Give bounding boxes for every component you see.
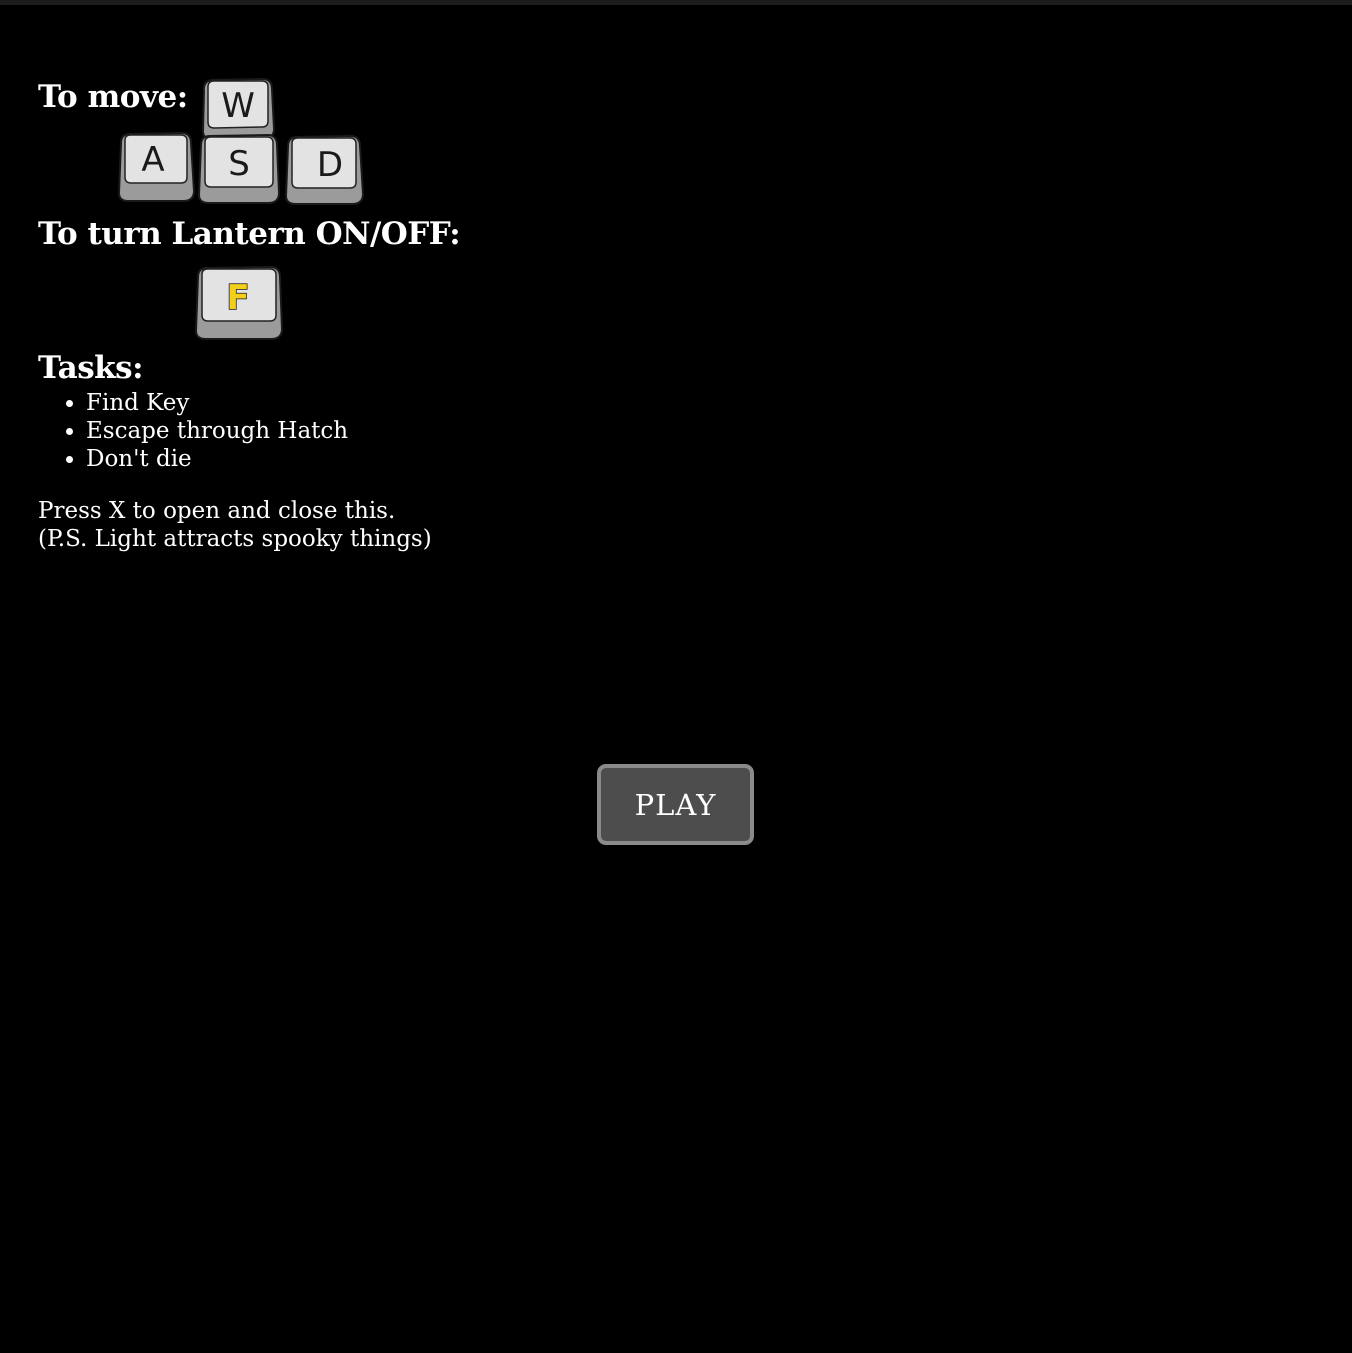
keycap-f-letter: F [226,278,249,318]
keycap-f-icon: F [194,265,284,341]
keycap-w-icon: W [200,77,276,142]
keycap-a-icon: A [117,131,196,203]
move-label: To move: [38,79,188,115]
tasks-label: Tasks: [38,350,144,386]
play-button[interactable]: PLAY [597,764,754,845]
top-edge-strip [0,0,1352,5]
keycap-d-letter: D [317,145,343,185]
toggle-help-note: Press X to open and close this. [38,498,396,524]
keycap-s-icon: S [197,133,281,205]
keycap-s-letter: S [228,144,250,184]
task-item: Don't die [62,445,348,473]
task-item: Escape through Hatch [62,417,348,445]
tasks-list: Find Key Escape through Hatch Don't die [62,389,348,473]
keycap-w-letter: W [221,86,255,126]
keycap-d-icon: D [284,134,365,206]
keycap-a-letter: A [141,140,164,180]
light-warning-note: (P.S. Light attracts spooky things) [38,526,432,552]
lantern-label: To turn Lantern ON/OFF: [38,216,461,252]
task-item: Find Key [62,389,348,417]
